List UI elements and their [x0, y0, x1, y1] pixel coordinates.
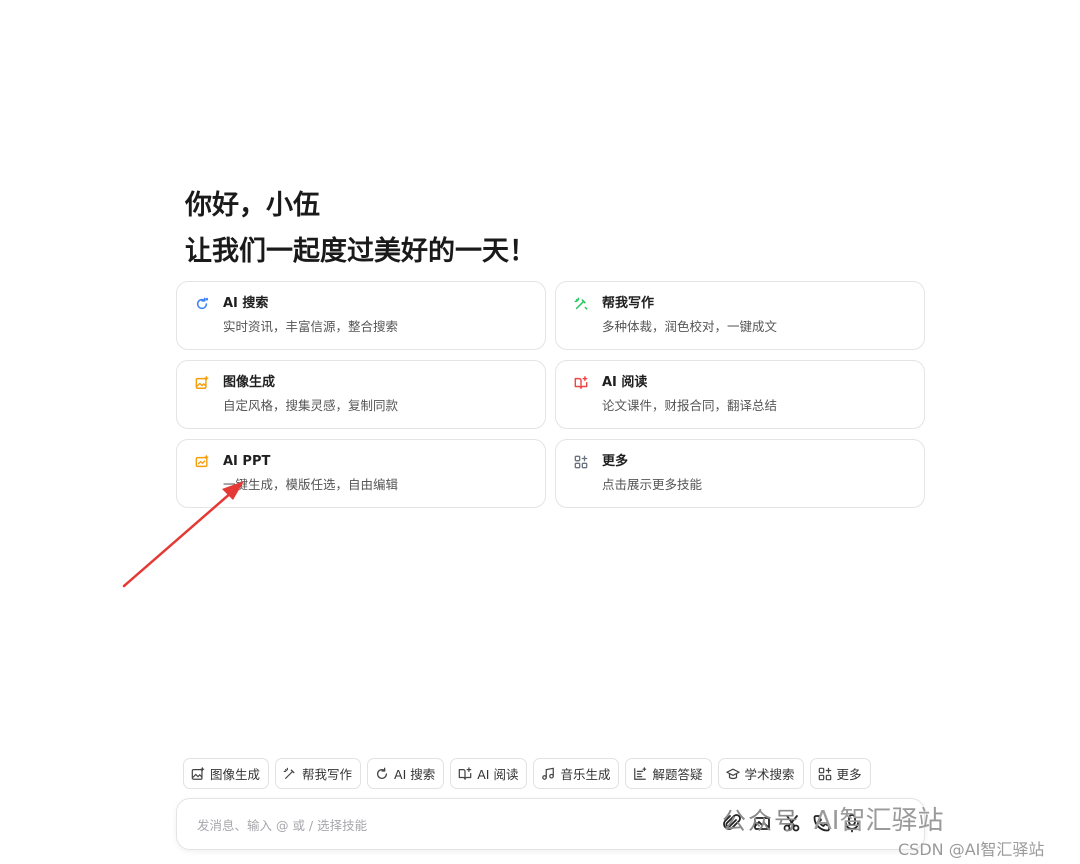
card-title: 帮我写作 — [602, 296, 655, 311]
chip-problem-solving[interactable]: 解题答疑 — [625, 758, 712, 789]
image-sparkle-icon — [195, 376, 209, 389]
pen-icon — [283, 767, 295, 779]
card-ai-reading[interactable]: AI 阅读 论文课件，财报合同，翻译总结 — [555, 360, 925, 429]
music-icon — [542, 767, 555, 780]
magic-pen-icon — [574, 297, 588, 310]
card-desc: 一键生成，模版任选，自由编辑 — [223, 477, 399, 492]
skill-cards-grid: AI 搜索 实时资讯，丰富信源，整合搜索 帮我写作 多种体裁，润色校对，一键成文… — [176, 281, 925, 508]
chip-ai-search[interactable]: AI 搜索 — [367, 758, 445, 789]
card-ai-search[interactable]: AI 搜索 实时资讯，丰富信源，整合搜索 — [176, 281, 546, 350]
watermark-wechat-label: 公众号 — [722, 807, 800, 835]
book-icon — [458, 766, 472, 780]
search-refresh-icon — [196, 297, 209, 310]
greeting-line-1: 你好，小伍 — [185, 190, 320, 221]
chip-music-gen[interactable]: 音乐生成 — [533, 758, 620, 789]
chip-label: 学术搜索 — [744, 767, 795, 782]
chip-label: 音乐生成 — [560, 767, 611, 782]
card-ai-ppt[interactable]: AI PPT 一键生成，模版任选，自由编辑 — [176, 439, 546, 508]
image-icon — [191, 766, 205, 780]
card-desc: 点击展示更多技能 — [602, 477, 703, 492]
card-title: AI PPT — [223, 454, 271, 469]
grid-more-icon — [574, 455, 588, 469]
greeting-heading: 你好，小伍 让我们一起度过美好的一天！ — [185, 183, 536, 275]
card-title: 更多 — [602, 454, 629, 469]
card-desc: 多种体裁，润色校对，一键成文 — [602, 319, 778, 334]
chip-label: 图像生成 — [210, 767, 261, 782]
card-title: AI 阅读 — [602, 375, 648, 390]
chip-image-gen[interactable]: 图像生成 — [183, 758, 270, 789]
chip-ai-reading[interactable]: AI 阅读 — [450, 758, 528, 789]
chip-academic-search[interactable]: 学术搜索 — [717, 758, 804, 789]
card-title: 图像生成 — [223, 375, 276, 390]
chip-writing[interactable]: 帮我写作 — [275, 758, 362, 789]
ppt-slide-icon — [195, 455, 209, 468]
graduation-icon — [725, 768, 740, 779]
skill-chips-bar: 图像生成 帮我写作 AI 搜索 AI 阅读 音乐生成 解题答疑 学术搜索 更多 — [183, 758, 871, 789]
card-desc: 实时资讯，丰富信源，整合搜索 — [223, 319, 399, 334]
watermark-brand: AI智汇驿站 — [814, 806, 944, 836]
question-icon — [634, 766, 647, 780]
card-image-gen[interactable]: 图像生成 自定风格，搜集灵感，复制同款 — [176, 360, 546, 429]
chip-label: 更多 — [836, 767, 862, 782]
chip-label: AI 阅读 — [477, 767, 519, 782]
watermark-wechat: 公众号 AI智汇驿站 — [722, 800, 943, 837]
book-reading-icon — [574, 376, 588, 389]
chip-label: AI 搜索 — [394, 767, 436, 782]
chip-label: 解题答疑 — [652, 767, 703, 782]
card-desc: 论文课件，财报合同，翻译总结 — [602, 398, 778, 413]
grid-icon — [818, 767, 831, 780]
search-icon — [377, 767, 388, 779]
card-desc: 自定风格，搜集灵感，复制同款 — [223, 398, 399, 413]
watermark-csdn: CSDN @AI智汇驿站 — [898, 840, 1045, 859]
card-more[interactable]: 更多 点击展示更多技能 — [555, 439, 925, 508]
card-writing[interactable]: 帮我写作 多种体裁，润色校对，一键成文 — [555, 281, 925, 350]
chip-label: 帮我写作 — [302, 767, 353, 782]
card-title: AI 搜索 — [223, 296, 269, 311]
message-input[interactable] — [197, 813, 697, 837]
greeting-line-2: 让我们一起度过美好的一天！ — [185, 236, 536, 267]
chip-more[interactable]: 更多 — [809, 758, 871, 789]
